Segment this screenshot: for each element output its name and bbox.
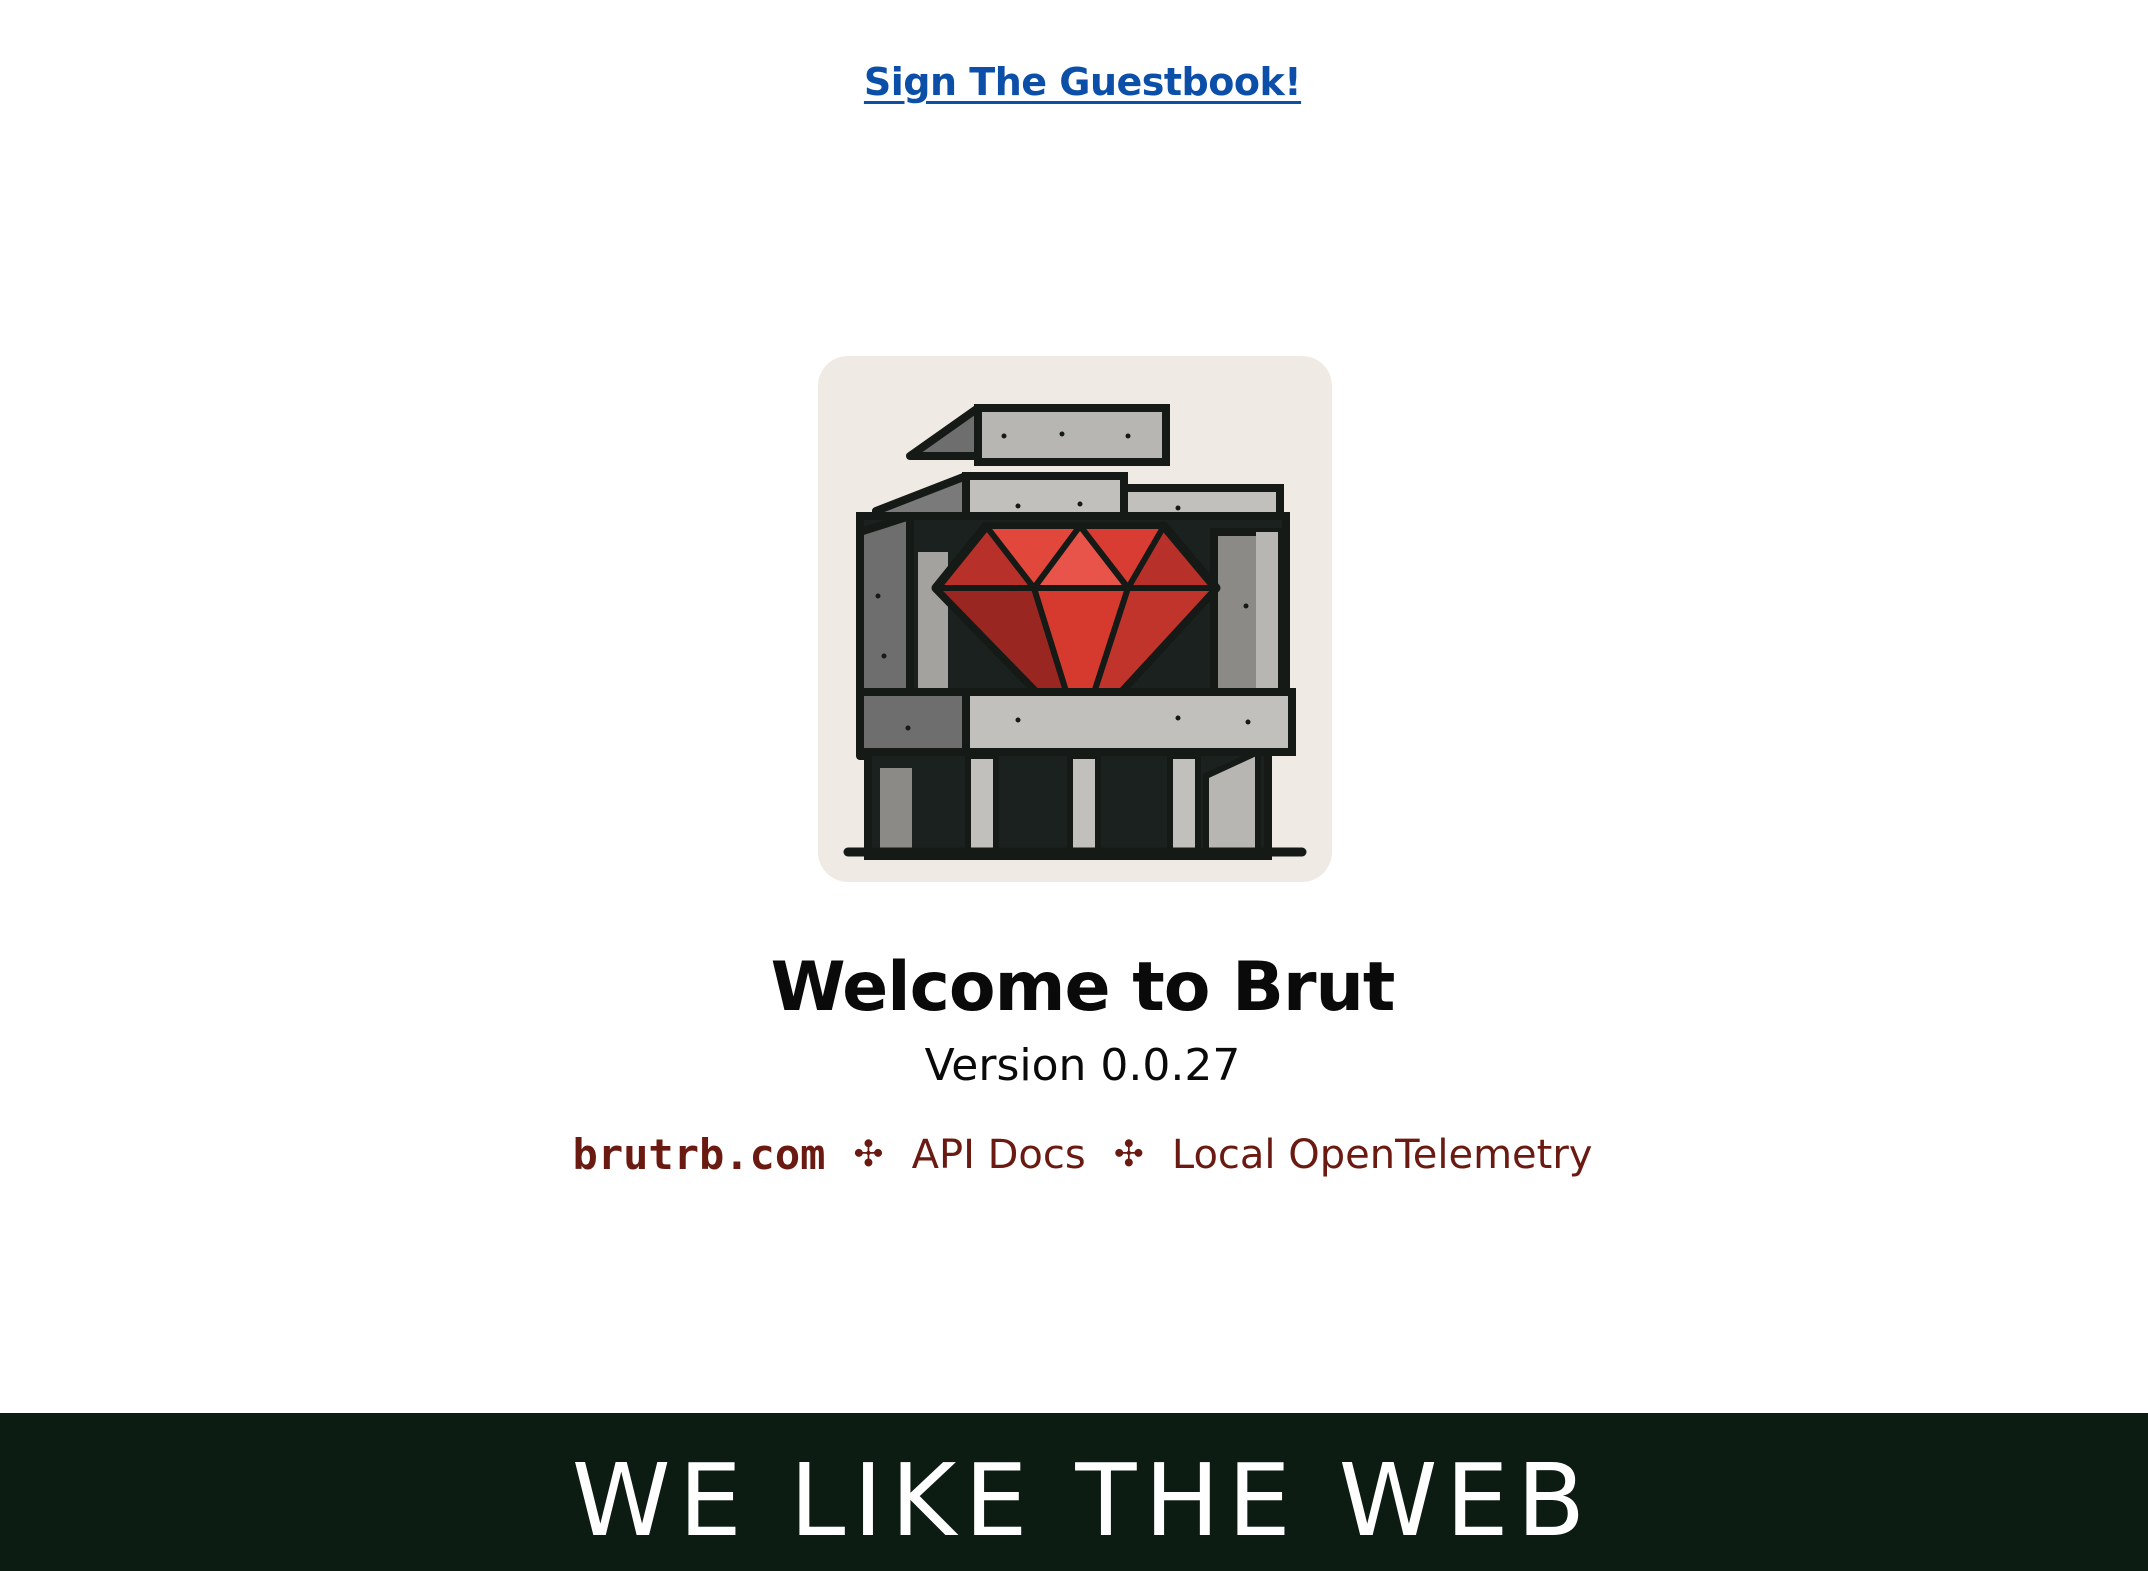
separator-icon: ✣ [1113,1134,1144,1175]
page-title: Welcome to Brut [770,948,1396,1027]
brut-logo [818,356,1332,882]
brutalist-building-ruby-gem-logo-icon [843,404,1307,860]
brutrb-link[interactable]: brutrb.com [573,1130,826,1179]
footer-banner: WE LIKE THE WEB [0,1413,2148,1571]
opentelemetry-link[interactable]: Local OpenTelemetry [1172,1132,1593,1178]
separator-icon: ✣ [853,1134,884,1175]
guestbook-link[interactable]: Sign The Guestbook! [0,60,2148,104]
version-label: Version 0.0.27 [924,1040,1241,1091]
page: Sign The Guestbook! Welcome to Brut Vers… [0,0,2148,1571]
banner-text: WE LIKE THE WEB [571,1442,1594,1559]
links-row: brutrb.com ✣ API Docs ✣ Local OpenTeleme… [0,1130,2148,1179]
api-docs-link[interactable]: API Docs [912,1132,1086,1178]
